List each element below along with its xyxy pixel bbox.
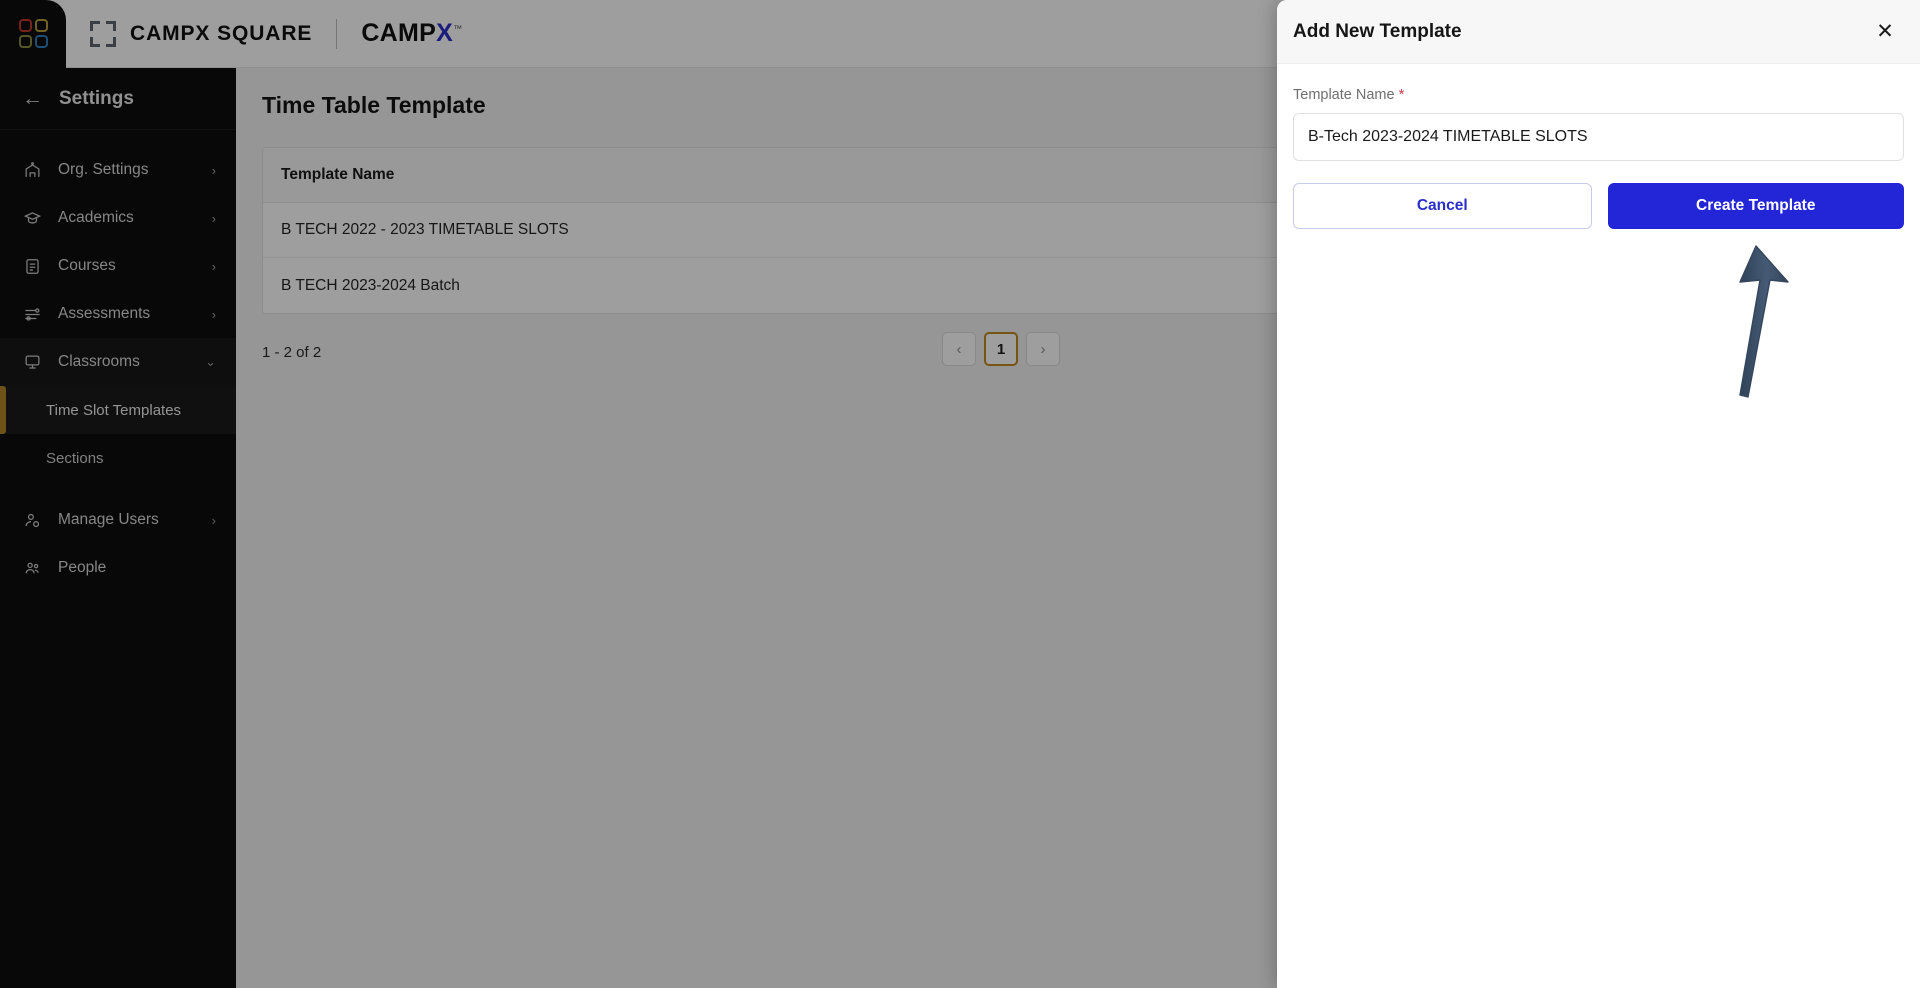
template-name-label: Template Name * xyxy=(1293,86,1904,103)
app-root: CAMPX SQUARE CAMPX™ ← Settings Org. Sett… xyxy=(0,0,1920,988)
template-name-input[interactable] xyxy=(1293,113,1904,161)
add-template-drawer: Add New Template ✕ Template Name * Cance… xyxy=(1277,0,1920,988)
create-template-button[interactable]: Create Template xyxy=(1607,183,1904,229)
close-icon[interactable]: ✕ xyxy=(1872,19,1898,45)
required-asterisk: * xyxy=(1398,86,1405,103)
drawer-header: Add New Template ✕ xyxy=(1277,0,1920,64)
drawer-body: Template Name * Cancel Create Template xyxy=(1277,64,1920,229)
drawer-actions: Cancel Create Template xyxy=(1293,183,1904,229)
template-name-label-text: Template Name xyxy=(1293,87,1395,103)
cancel-button[interactable]: Cancel xyxy=(1293,183,1592,229)
drawer-title: Add New Template xyxy=(1293,20,1462,42)
